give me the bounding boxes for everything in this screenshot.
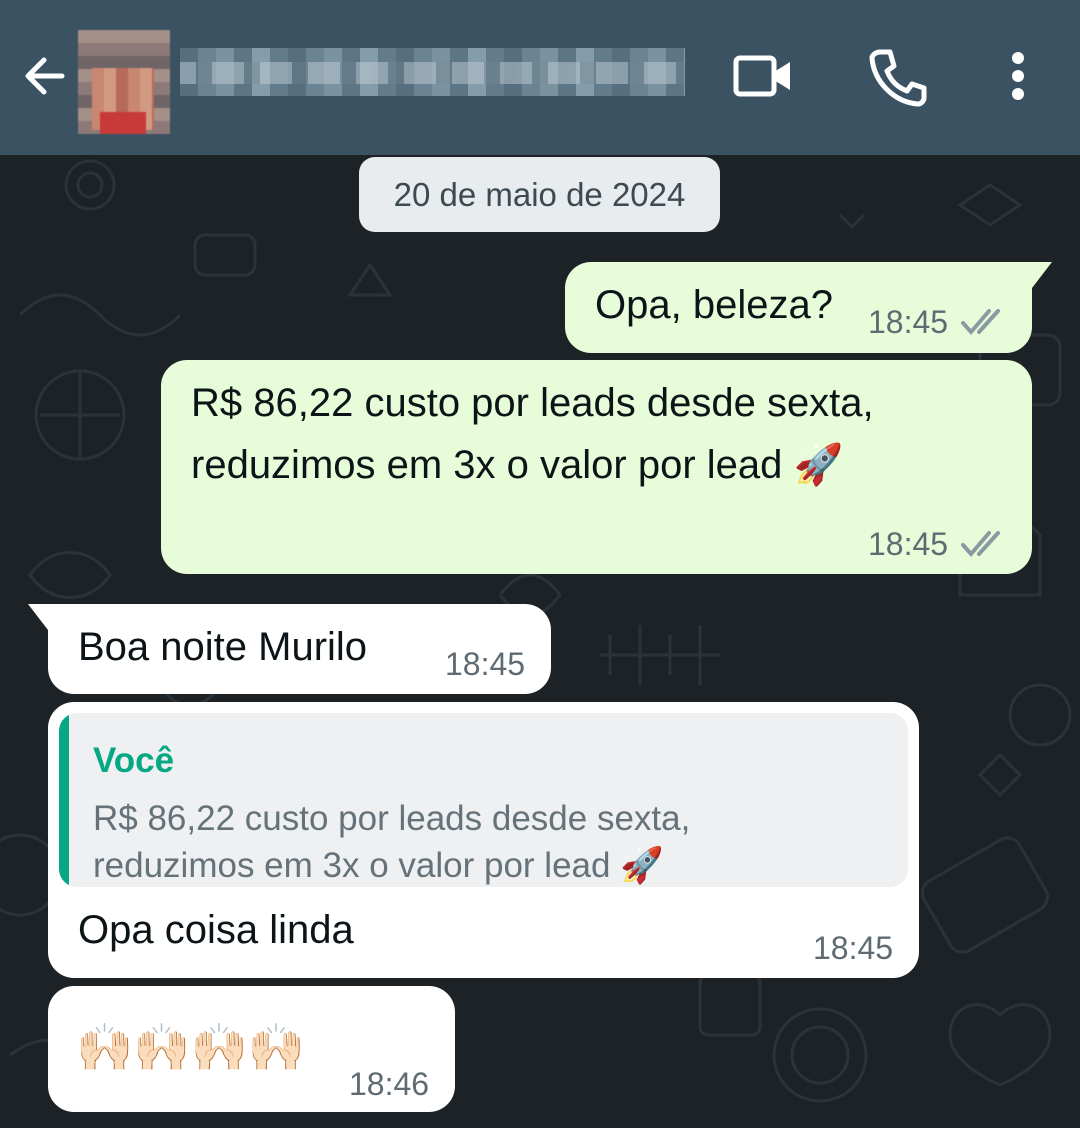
phone-icon[interactable] (866, 44, 930, 108)
quote-accent-bar (59, 713, 69, 887)
message-outgoing[interactable]: R$ 86,22 custo por leads desde sexta, re… (161, 360, 1032, 574)
chat-header (0, 0, 1080, 155)
quoted-message[interactable]: Você R$ 86,22 custo por leads desde sext… (59, 713, 908, 887)
quote-text-line: R$ 86,22 custo por leads desde sexta, (93, 799, 691, 838)
date-separator: 20 de maio de 2024 (359, 157, 720, 232)
quote-text-line: reduzimos em 3x o valor por lead 🚀 (93, 846, 664, 885)
message-incoming[interactable]: Boa noite Murilo 18:45 (48, 604, 551, 694)
contact-name-blurred[interactable] (180, 48, 685, 96)
read-ticks-icon (961, 309, 1000, 336)
arrow-left-icon[interactable] (18, 48, 74, 104)
message-text-line: reduzimos em 3x o valor por lead 🚀 (191, 443, 844, 487)
date-label: 20 de maio de 2024 (393, 175, 686, 213)
avatar[interactable] (78, 30, 170, 134)
message-incoming-reply[interactable]: Você R$ 86,22 custo por leads desde sext… (48, 702, 919, 978)
quote-author: Você (93, 741, 175, 780)
message-text: Opa coisa linda (78, 908, 354, 952)
message-time: 18:45 (813, 930, 894, 966)
message-text-line: R$ 86,22 custo por leads desde sexta, (191, 381, 874, 425)
message-emoji: 🙌🏻🙌🏻🙌🏻🙌🏻 (76, 1021, 306, 1073)
read-ticks-icon (961, 531, 1000, 558)
message-time: 18:45 (868, 304, 949, 340)
message-outgoing[interactable]: Opa, beleza? 18:45 (565, 262, 1032, 353)
message-time: 18:45 (868, 526, 949, 562)
video-call-icon[interactable] (730, 44, 794, 108)
message-time: 18:45 (445, 646, 526, 682)
more-vert-icon[interactable] (990, 44, 1046, 108)
message-incoming[interactable]: 🙌🏻🙌🏻🙌🏻🙌🏻 18:46 (48, 986, 455, 1112)
message-time: 18:46 (349, 1066, 430, 1102)
message-text: Boa noite Murilo (78, 625, 368, 669)
message-text: Opa, beleza? (595, 283, 833, 327)
